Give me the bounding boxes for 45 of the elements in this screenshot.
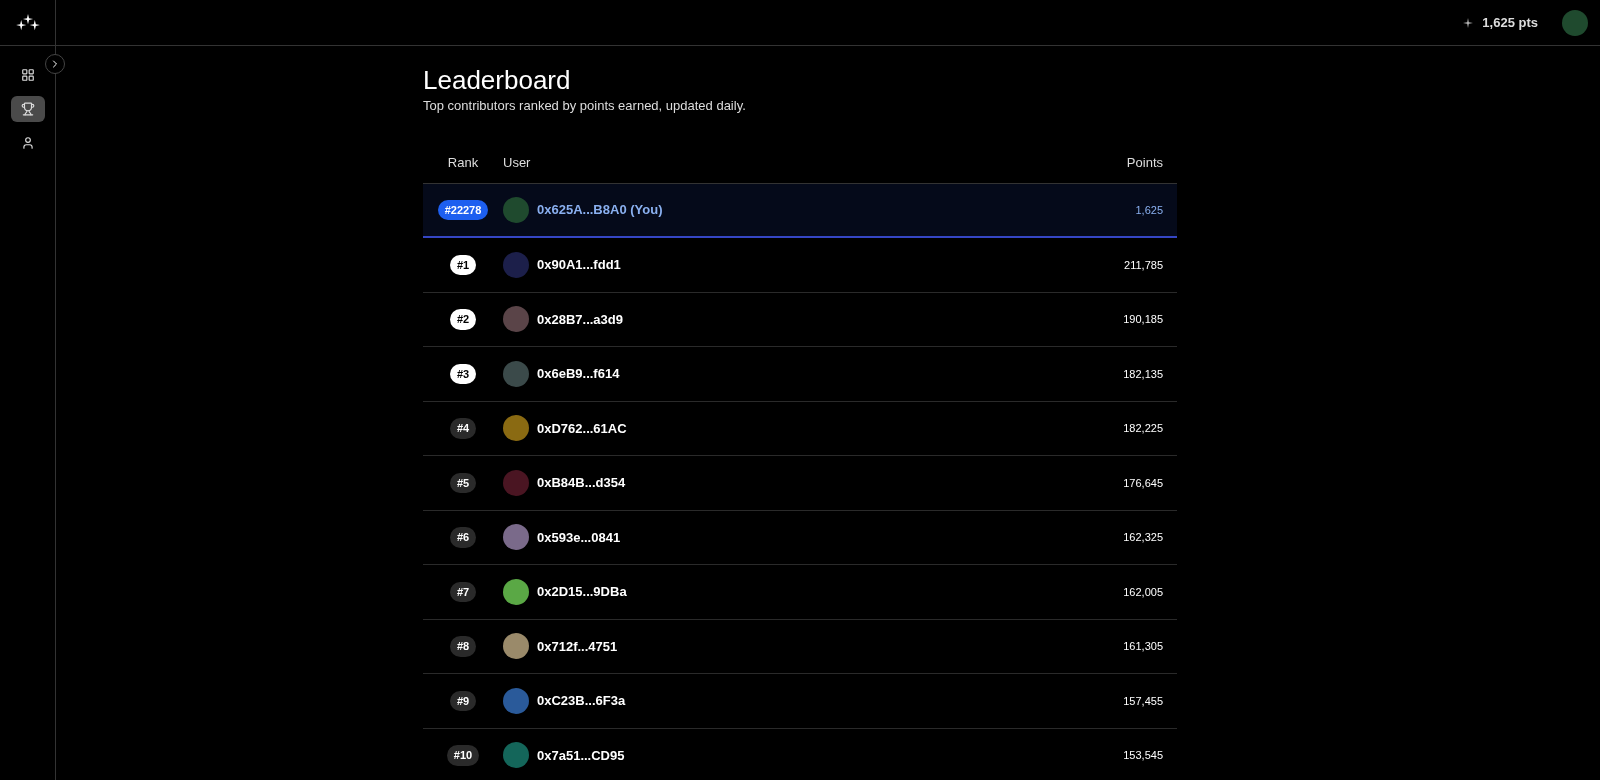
column-header: Points <box>1126 154 1164 173</box>
user-address[interactable]: 0x90A1...fdd1 <box>537 255 1125 275</box>
column-header: Rank <box>446 154 480 173</box>
points-value: 153,545 <box>1123 748 1164 763</box>
points-value: 182,135 <box>1123 366 1164 382</box>
sparkles-logo-icon[interactable] <box>15 14 40 31</box>
rank-badge: #22278 <box>437 199 489 220</box>
column-header: User <box>503 154 532 173</box>
points-value: 211,785 <box>1124 257 1164 273</box>
user-address[interactable]: 0x2D15...9DBa <box>537 582 1124 602</box>
user-address[interactable]: 0x625A...B8A0 (You) <box>537 200 1136 220</box>
rank-badge: #6 <box>449 527 477 548</box>
rank-badge: #4 <box>449 418 477 439</box>
user-address[interactable]: 0x6eB9...f614 <box>537 364 1124 384</box>
user-address[interactable]: 0x712f...4751 <box>537 636 1124 656</box>
user-icon <box>20 136 35 150</box>
points-value: 190,185 <box>1123 312 1164 327</box>
user-address[interactable]: 0x593e...0841 <box>537 527 1124 547</box>
rank-badge: #10 <box>446 745 480 766</box>
points-value: 1,625 <box>1135 202 1164 218</box>
sidebar-nav-item[interactable] <box>10 96 45 122</box>
points-value: 157,455 <box>1123 693 1164 709</box>
rank-badge: #5 <box>449 472 477 493</box>
points-total: 1,625 pts <box>1482 13 1538 32</box>
rank-badge: #2 <box>449 309 477 330</box>
user-address[interactable]: 0x28B7...a3d9 <box>537 309 1124 329</box>
rank-badge: #1 <box>449 254 477 275</box>
points-value: 182,225 <box>1123 421 1164 436</box>
points-value: 162,325 <box>1123 530 1164 545</box>
user-address[interactable]: 0xD762...61AC <box>537 418 1124 438</box>
rank-badge: #8 <box>449 636 477 657</box>
rank-badge: #9 <box>449 690 477 711</box>
page-subtitle: Top contributors ranked by points earned, updated daily. <box>423 97 747 115</box>
page-title: Leaderboard <box>423 64 572 96</box>
points-value: 176,645 <box>1123 475 1164 491</box>
rank-badge: #3 <box>449 363 477 384</box>
user-address[interactable]: 0xB84B...d354 <box>537 473 1124 493</box>
points-value: 162,005 <box>1123 584 1164 600</box>
expand-sidebar-button[interactable] <box>45 54 65 74</box>
trophy-icon <box>20 102 35 116</box>
user-address[interactable]: 0x7a51...CD95 <box>537 745 1124 765</box>
dashboard-icon <box>20 68 35 82</box>
user-address[interactable]: 0xC23B...6F3a <box>537 691 1124 711</box>
rank-badge: #7 <box>449 581 477 602</box>
points-value: 161,305 <box>1123 639 1164 654</box>
